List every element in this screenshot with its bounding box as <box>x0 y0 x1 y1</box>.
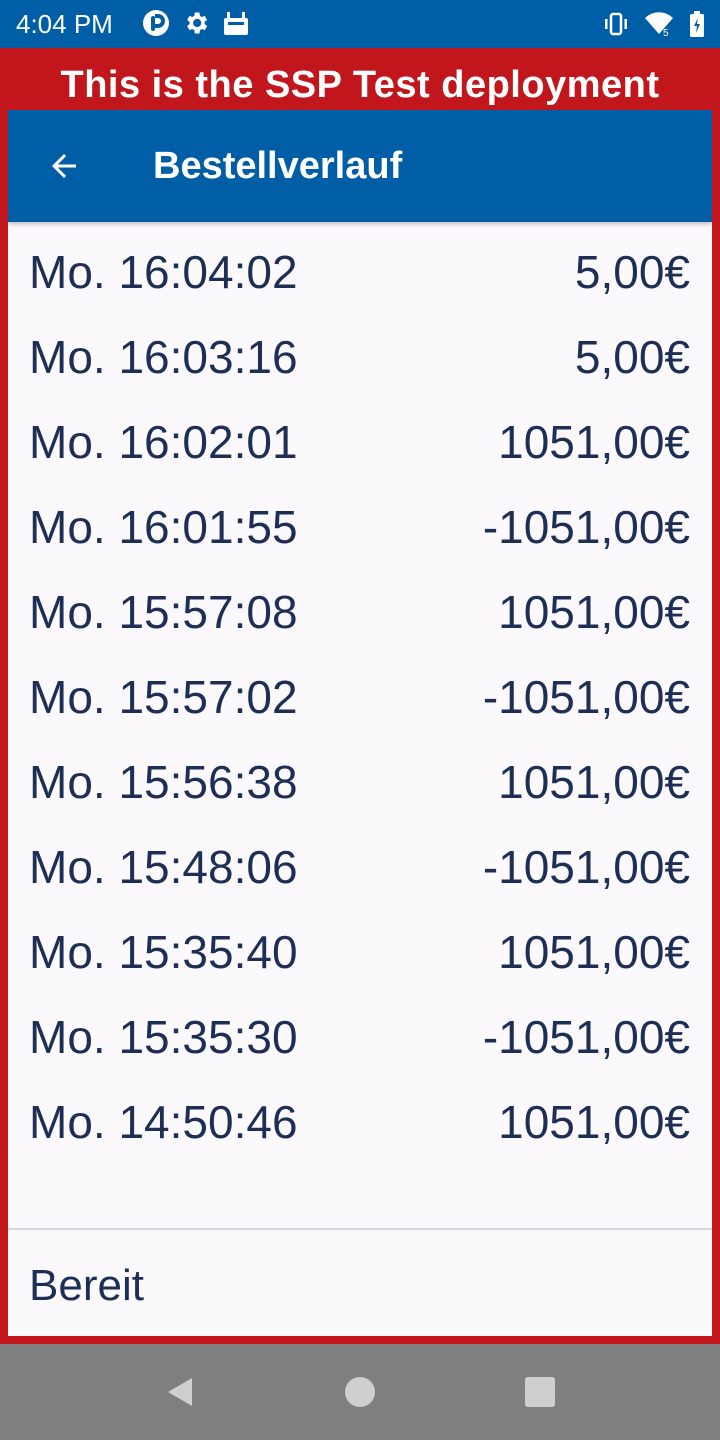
order-time: Mo. 15:35:40 <box>29 926 298 978</box>
divider <box>8 1228 712 1230</box>
status-bar: 4:04 PM 5 <box>0 0 720 48</box>
order-time: Mo. 14:50:46 <box>29 1096 298 1148</box>
status-text: Bereit <box>29 1261 144 1310</box>
battery-icon <box>690 11 704 37</box>
order-amount: 5,00€ <box>574 246 690 298</box>
order-time: Mo. 15:57:02 <box>29 671 298 723</box>
back-button[interactable] <box>36 138 92 194</box>
wifi-icon: 5 <box>645 12 673 38</box>
order-time: Mo. 16:01:55 <box>29 501 298 553</box>
order-row[interactable]: Mo. 15:57:02 -1051,00€ <box>8 647 712 732</box>
order-amount: -1051,00€ <box>482 671 690 723</box>
order-row[interactable]: Mo. 16:02:01 1051,00€ <box>8 392 712 477</box>
order-row[interactable]: Mo. 14:50:46 1051,00€ <box>8 1072 712 1157</box>
order-time: Mo. 16:04:02 <box>29 246 298 298</box>
order-amount: -1051,00€ <box>482 501 690 553</box>
order-amount: -1051,00€ <box>482 841 690 893</box>
order-row[interactable]: Mo. 15:35:40 1051,00€ <box>8 902 712 987</box>
gear-icon <box>187 12 208 34</box>
status-icons-right: 5 <box>602 10 706 38</box>
android-icon <box>224 12 248 35</box>
app-frame: Bestellverlauf Mo. 16:04:02 5,00€ Mo. 16:0… <box>8 110 712 1336</box>
arrow-left-icon <box>52 154 76 178</box>
order-row[interactable]: Mo. 15:57:08 1051,00€ <box>8 562 712 647</box>
order-time: Mo. 16:03:16 <box>29 331 298 383</box>
order-row[interactable]: Mo. 16:03:16 5,00€ <box>8 307 712 392</box>
nav-recents-icon[interactable] <box>522 1374 558 1410</box>
order-amount: -1051,00€ <box>482 1011 690 1063</box>
order-row[interactable]: Mo. 15:48:06 -1051,00€ <box>8 817 712 902</box>
order-amount: 1051,00€ <box>498 1096 690 1148</box>
app-icon <box>143 10 169 36</box>
order-time: Mo. 15:35:30 <box>29 1011 298 1063</box>
app-bar: Bestellverlauf <box>8 110 712 222</box>
vibrate-icon <box>605 12 627 36</box>
svg-text:5: 5 <box>663 28 669 38</box>
order-time: Mo. 16:02:01 <box>29 416 298 468</box>
order-amount: 1051,00€ <box>498 926 690 978</box>
page-title: Bestellverlauf <box>153 145 403 187</box>
order-row[interactable]: Mo. 16:04:02 5,00€ <box>8 222 712 307</box>
order-row[interactable]: Mo. 16:01:55 -1051,00€ <box>8 477 712 562</box>
nav-home-icon[interactable] <box>342 1374 378 1410</box>
nav-back-icon[interactable] <box>162 1374 198 1410</box>
order-amount: 1051,00€ <box>498 586 690 638</box>
order-row[interactable]: Mo. 15:35:30 -1051,00€ <box>8 987 712 1072</box>
order-time: Mo. 15:56:38 <box>29 756 298 808</box>
order-amount: 5,00€ <box>574 331 690 383</box>
order-amount: 1051,00€ <box>498 756 690 808</box>
order-time: Mo. 15:57:08 <box>29 586 298 638</box>
order-history-list: Mo. 16:04:02 5,00€ Mo. 16:03:16 5,00€ Mo. 16… <box>8 222 712 1157</box>
order-row[interactable]: Mo. 15:56:38 1051,00€ <box>8 732 712 817</box>
navigation-bar <box>0 1344 720 1440</box>
test-deployment-banner: This is the SSP Test deployment <box>0 48 720 110</box>
status-time: 4:04 PM <box>16 9 113 39</box>
order-amount: 1051,00€ <box>498 416 690 468</box>
order-time: Mo. 15:48:06 <box>29 841 298 893</box>
status-icons-left <box>142 9 250 37</box>
